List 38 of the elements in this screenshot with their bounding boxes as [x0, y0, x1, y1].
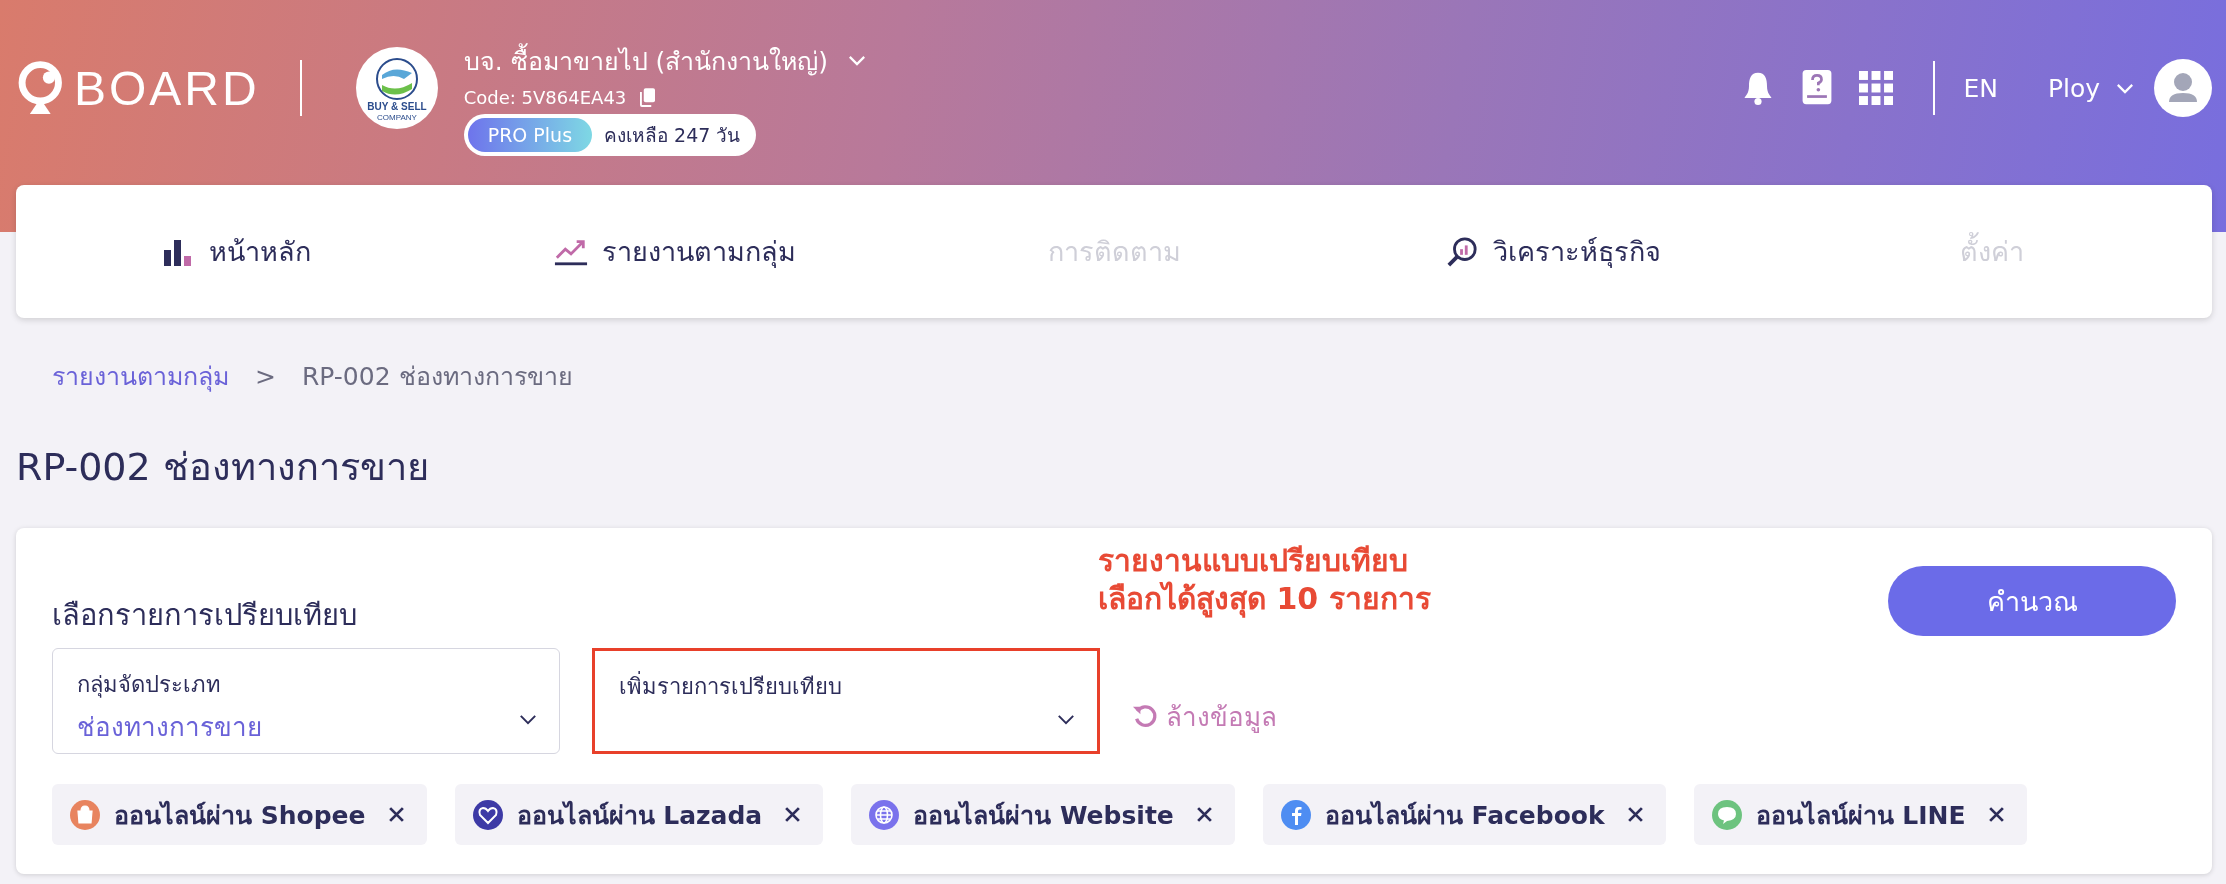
chevron-down-icon[interactable] — [519, 713, 537, 725]
search-chart-icon — [1445, 235, 1480, 268]
nav-item[interactable]: รายงานตามกลุ่ม — [553, 230, 796, 273]
select-field[interactable]: กลุ่มจัดประเภท ช่องทางการขาย — [52, 648, 560, 754]
company-code: Code: 5V864EA43 — [463, 86, 627, 108]
remove-icon[interactable] — [1987, 806, 2005, 823]
chip-label: ออนไลน์ผ่าน Facebook — [1324, 799, 1605, 832]
breadcrumb-separator: > — [255, 361, 276, 391]
apps-grid-icon[interactable] — [1859, 70, 1894, 106]
company-name[interactable]: บจ. ซื้อมาขายไป (สำนักงานใหญ่) — [463, 40, 829, 81]
panel-heading: เลือกรายการเปรียบเทียบ — [52, 597, 358, 634]
chip-label: ออนไลน์ผ่าน Lazada — [516, 799, 763, 832]
chevron-down-icon[interactable] — [1057, 713, 1075, 725]
plan-tag: PRO Plus — [467, 117, 593, 152]
remove-icon[interactable] — [387, 806, 405, 823]
remaining-days: คงเหลือ 247 วัน — [604, 119, 741, 150]
remove-icon[interactable] — [784, 806, 802, 823]
chip-label: ออนไลน์ผ่าน Shopee — [114, 799, 366, 832]
user-name[interactable]: Ploy — [2047, 73, 2100, 103]
nav-item[interactable]: วิเคราะห์ธุรกิจ — [1445, 230, 1662, 273]
select-field[interactable]: เพิ่มรายการเปรียบเทียบ — [592, 648, 1100, 754]
page-title: RP-002 ช่องทางการขาย — [16, 444, 430, 491]
clear-link[interactable]: ล้างข้อมูล — [1132, 695, 1277, 737]
company-logo: BUY & SELL COMPANY — [355, 47, 438, 129]
calculate-button[interactable]: คำนวณ — [1888, 566, 2176, 636]
chip-label: ออนไลน์ผ่าน Website — [913, 799, 1174, 832]
breadcrumb-current: RP-002 ช่องทางการขาย — [301, 361, 573, 393]
remove-icon[interactable] — [1195, 806, 1213, 823]
language-button[interactable]: EN — [1963, 73, 1998, 103]
brand-name: BOARD — [74, 60, 260, 116]
undo-icon — [1132, 703, 1158, 729]
avatar-icon[interactable] — [2154, 59, 2212, 117]
annotation-note: รายงานแบบเปรียบเทียบ เลือกได้สูงสุด 10 รายการ — [1098, 542, 1431, 618]
nav-item[interactable]: หน้าหลัก — [160, 230, 311, 273]
remove-icon[interactable] — [1626, 806, 1644, 823]
copy-icon[interactable] — [640, 87, 656, 107]
chip-label: ออนไลน์ผ่าน LINE — [1755, 799, 1966, 832]
breadcrumb-link[interactable]: รายงานตามกลุ่ม — [52, 356, 229, 396]
